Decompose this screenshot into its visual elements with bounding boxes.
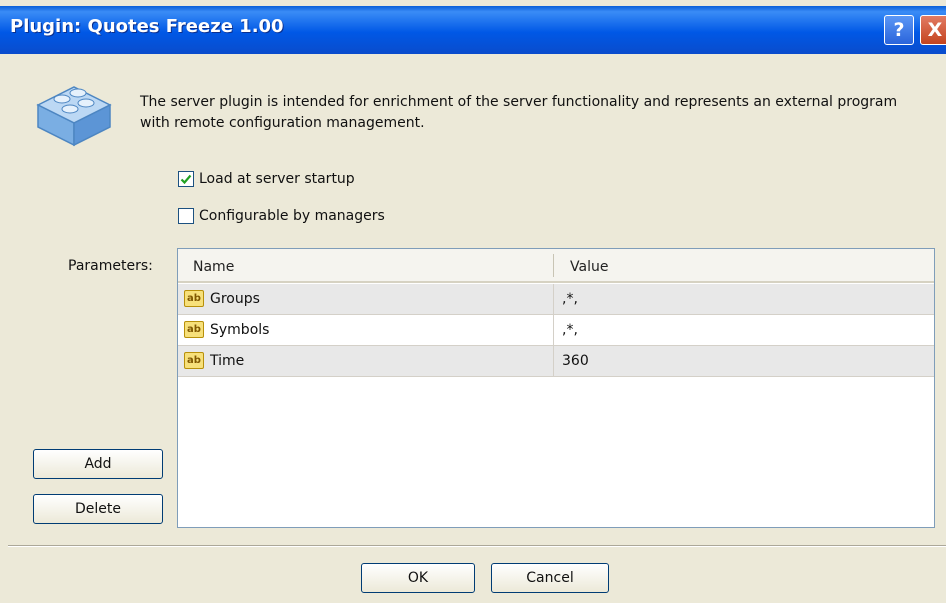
- close-button[interactable]: X: [920, 15, 946, 45]
- plugin-block-icon: [36, 86, 112, 147]
- table-row[interactable]: ab Groups ,*,: [178, 284, 934, 315]
- title-bar[interactable]: Plugin: Quotes Freeze 1.00 ? X: [0, 6, 946, 54]
- ok-button[interactable]: OK: [361, 563, 475, 593]
- delete-button[interactable]: Delete: [33, 494, 163, 524]
- load-at-startup-label: Load at server startup: [199, 171, 355, 187]
- load-at-startup-checkbox[interactable]: [178, 171, 194, 187]
- param-name: Groups: [210, 291, 260, 307]
- configurable-by-managers-option[interactable]: Configurable by managers: [178, 208, 385, 224]
- cell-separator: [553, 346, 554, 376]
- param-name: Symbols: [210, 322, 270, 338]
- param-value[interactable]: 360: [562, 353, 589, 369]
- window-title: Plugin: Quotes Freeze 1.00: [10, 16, 284, 37]
- table-row[interactable]: ab Symbols ,*,: [178, 315, 934, 346]
- string-param-icon: ab: [184, 352, 204, 369]
- close-icon: X: [927, 19, 943, 41]
- string-param-icon: ab: [184, 321, 204, 338]
- add-button[interactable]: Add: [33, 449, 163, 479]
- footer-divider: [8, 545, 946, 547]
- param-name: Time: [210, 353, 245, 369]
- plugin-dialog: Plugin: Quotes Freeze 1.00 ? X The serve…: [0, 0, 946, 603]
- checkmark-icon: [180, 174, 192, 185]
- plugin-description: The server plugin is intended for enrich…: [140, 94, 898, 131]
- parameters-label: Parameters:: [68, 258, 153, 274]
- param-value[interactable]: ,*,: [562, 322, 578, 338]
- configurable-by-managers-label: Configurable by managers: [199, 208, 385, 224]
- cell-separator: [553, 315, 554, 345]
- table-row[interactable]: ab Time 360: [178, 346, 934, 377]
- string-param-icon: ab: [184, 290, 204, 307]
- configurable-by-managers-checkbox[interactable]: [178, 208, 194, 224]
- help-button[interactable]: ?: [884, 15, 914, 45]
- column-header-value[interactable]: Value: [570, 259, 608, 275]
- help-icon: ?: [893, 19, 905, 41]
- parameters-table[interactable]: Name Value ab Groups ,*, ab Symbols ,*, …: [177, 248, 935, 528]
- column-separator[interactable]: [553, 254, 554, 277]
- cell-separator: [553, 284, 554, 314]
- column-header-name[interactable]: Name: [193, 259, 234, 275]
- table-header: Name Value: [178, 249, 934, 283]
- param-value[interactable]: ,*,: [562, 291, 578, 307]
- load-at-startup-option[interactable]: Load at server startup: [178, 171, 355, 187]
- cancel-button[interactable]: Cancel: [491, 563, 609, 593]
